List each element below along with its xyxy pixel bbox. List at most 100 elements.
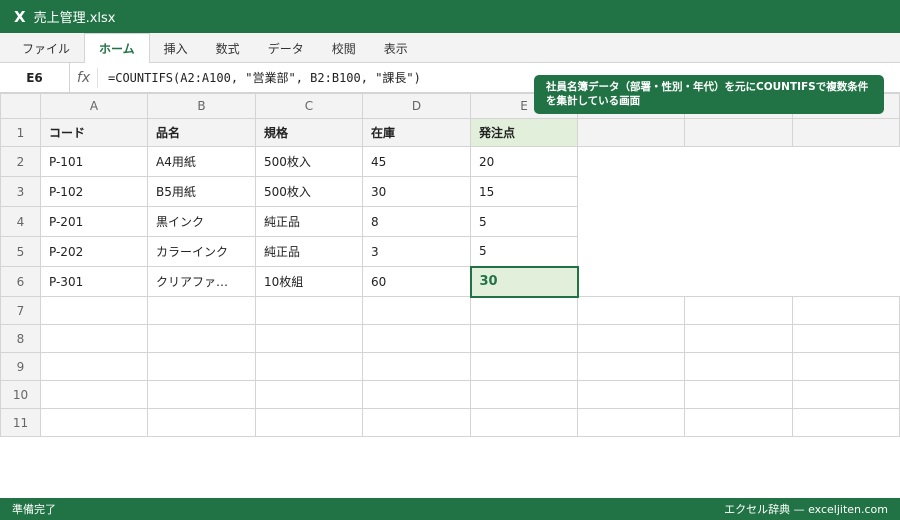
name-box[interactable]: E6: [0, 62, 70, 93]
row-header[interactable]: 4: [0, 206, 41, 237]
empty-cell[interactable]: [684, 352, 793, 381]
data-cell[interactable]: 5: [470, 206, 578, 237]
empty-cell[interactable]: [40, 296, 148, 325]
data-cell[interactable]: P-201: [40, 206, 148, 237]
empty-cell[interactable]: [255, 352, 363, 381]
empty-cell[interactable]: [362, 380, 471, 409]
data-cell[interactable]: 5: [470, 236, 578, 267]
data-cell[interactable]: 15: [470, 176, 578, 207]
selected-cell[interactable]: 30: [469, 265, 579, 298]
empty-cell[interactable]: [362, 296, 471, 325]
data-cell[interactable]: 純正品: [255, 206, 363, 237]
empty-cell[interactable]: [40, 408, 148, 437]
row-header[interactable]: 6: [0, 266, 41, 297]
column-header-d[interactable]: D: [362, 93, 471, 119]
empty-cell[interactable]: [362, 408, 471, 437]
data-cell[interactable]: 60: [362, 266, 471, 297]
empty-cell[interactable]: [147, 324, 256, 353]
header-cell-name[interactable]: 品名: [147, 118, 256, 147]
empty-cell[interactable]: [684, 408, 793, 437]
data-cell[interactable]: 3: [362, 236, 471, 267]
data-cell[interactable]: A4用紙: [147, 146, 256, 177]
header-cell-reorder[interactable]: 発注点: [470, 118, 578, 147]
tab-review[interactable]: 校閲: [318, 34, 370, 62]
select-all-corner[interactable]: [0, 93, 41, 119]
tab-insert[interactable]: 挿入: [150, 34, 202, 62]
empty-cell[interactable]: [470, 324, 578, 353]
row-header[interactable]: 1: [0, 118, 41, 147]
empty-cell[interactable]: [147, 296, 256, 325]
empty-cell[interactable]: [792, 324, 900, 353]
empty-cell[interactable]: [792, 352, 900, 381]
empty-cell[interactable]: [577, 380, 685, 409]
empty-cell[interactable]: [792, 380, 900, 409]
empty-cell[interactable]: [792, 296, 900, 325]
empty-cell[interactable]: [684, 118, 793, 147]
data-cell[interactable]: クリアファ…: [147, 266, 256, 297]
empty-cell[interactable]: [577, 324, 685, 353]
empty-cell[interactable]: [147, 408, 256, 437]
row-header[interactable]: 2: [0, 146, 41, 177]
empty-cell[interactable]: [255, 380, 363, 409]
data-cell[interactable]: 純正品: [255, 236, 363, 267]
empty-cell[interactable]: [684, 296, 793, 325]
empty-cell[interactable]: [362, 352, 471, 381]
tab-formulas[interactable]: 数式: [202, 34, 254, 62]
data-cell[interactable]: 黒インク: [147, 206, 256, 237]
empty-cell[interactable]: [470, 296, 578, 325]
data-cell[interactable]: 10枚組: [255, 266, 363, 297]
tab-home[interactable]: ホーム: [84, 33, 150, 63]
empty-cell[interactable]: [792, 408, 900, 437]
data-cell[interactable]: 500枚入: [255, 176, 363, 207]
data-cell[interactable]: 30: [362, 176, 471, 207]
column-header-a[interactable]: A: [40, 93, 148, 119]
empty-cell[interactable]: [792, 118, 900, 147]
empty-cell[interactable]: [577, 296, 685, 325]
data-cell[interactable]: P-102: [40, 176, 148, 207]
empty-cell[interactable]: [577, 352, 685, 381]
empty-cell[interactable]: [470, 408, 578, 437]
data-cell[interactable]: B5用紙: [147, 176, 256, 207]
data-cell[interactable]: 20: [470, 146, 578, 177]
empty-cell[interactable]: [255, 296, 363, 325]
tab-view[interactable]: 表示: [370, 34, 422, 62]
empty-cell[interactable]: [470, 352, 578, 381]
column-header-c[interactable]: C: [255, 93, 363, 119]
tab-file[interactable]: ファイル: [8, 34, 84, 62]
empty-cell[interactable]: [147, 380, 256, 409]
row-header[interactable]: 9: [0, 352, 41, 381]
header-cell-code[interactable]: コード: [40, 118, 148, 147]
column-header-b[interactable]: B: [147, 93, 256, 119]
header-cell-spec[interactable]: 規格: [255, 118, 363, 147]
tab-data[interactable]: データ: [254, 34, 318, 62]
header-cell-stock[interactable]: 在庫: [362, 118, 471, 147]
empty-cell[interactable]: [684, 324, 793, 353]
empty-cell[interactable]: [147, 352, 256, 381]
row-header[interactable]: 5: [0, 236, 41, 267]
empty-cell[interactable]: [255, 408, 363, 437]
empty-cell[interactable]: [362, 324, 471, 353]
data-cell[interactable]: 45: [362, 146, 471, 177]
data-cell[interactable]: カラーインク: [147, 236, 256, 267]
empty-cell[interactable]: [255, 324, 363, 353]
empty-cell[interactable]: [40, 352, 148, 381]
empty-cell[interactable]: [577, 118, 685, 147]
empty-cell[interactable]: [577, 408, 685, 437]
data-cell[interactable]: P-101: [40, 146, 148, 177]
formula-input[interactable]: =COUNTIFS(A2:A100, "営業部", B2:B100, "課長"): [98, 69, 421, 86]
data-cell[interactable]: 8: [362, 206, 471, 237]
row-header[interactable]: 10: [0, 380, 41, 409]
empty-cell[interactable]: [40, 380, 148, 409]
data-cell[interactable]: P-202: [40, 236, 148, 267]
fx-icon[interactable]: fx: [70, 67, 98, 88]
data-cell[interactable]: 500枚入: [255, 146, 363, 177]
empty-cell[interactable]: [40, 324, 148, 353]
excel-logo-icon: X: [14, 7, 26, 26]
row-header[interactable]: 3: [0, 176, 41, 207]
data-cell[interactable]: P-301: [40, 266, 148, 297]
row-header[interactable]: 11: [0, 408, 41, 437]
row-header[interactable]: 7: [0, 296, 41, 325]
row-header[interactable]: 8: [0, 324, 41, 353]
empty-cell[interactable]: [470, 380, 578, 409]
empty-cell[interactable]: [684, 380, 793, 409]
